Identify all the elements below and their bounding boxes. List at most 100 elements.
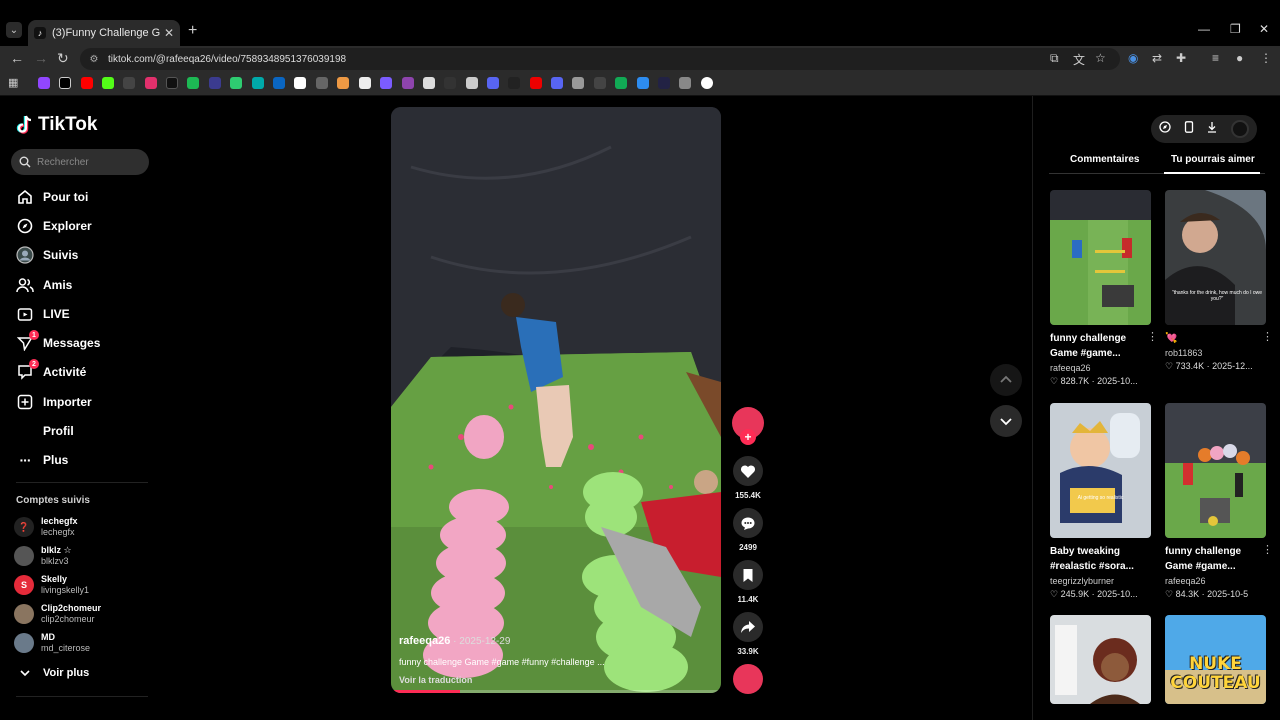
bookmark-icon[interactable]	[402, 77, 414, 89]
mobile-icon[interactable]	[1184, 120, 1194, 138]
tiktok-logo[interactable]: TikTok	[16, 114, 97, 136]
recommended-video-card[interactable]: NUKE COUTEAU	[1165, 615, 1267, 704]
bookmark-icon[interactable]	[230, 77, 242, 89]
nav-for-you[interactable]: Pour toi	[16, 187, 88, 207]
card-author[interactable]: rob11863	[1165, 348, 1267, 358]
like-button[interactable]: 155.4K	[732, 456, 764, 500]
music-disc-button[interactable]	[732, 664, 764, 694]
card-author[interactable]: teegrizzlyburner	[1050, 576, 1152, 586]
video-author[interactable]: rafeeqa26	[399, 635, 450, 647]
compass-icon[interactable]	[1159, 120, 1171, 138]
forward-icon[interactable]: →	[34, 50, 48, 66]
bookmark-icon[interactable]	[123, 77, 135, 89]
bookmark-icon[interactable]	[679, 77, 691, 89]
video-progress-bar[interactable]	[391, 690, 721, 693]
tab-search-icon[interactable]: ⌄	[6, 22, 22, 38]
tab-close-icon[interactable]: ✕	[164, 26, 174, 40]
bookmark-icon[interactable]	[359, 77, 371, 89]
profile-switch-icon[interactable]: ⇄	[1152, 51, 1162, 65]
following-account[interactable]: S Skelly livingskelly1	[14, 574, 89, 596]
bookmark-icon[interactable]	[658, 77, 670, 89]
recommended-video-card[interactable]	[1050, 615, 1152, 704]
card-author[interactable]: rafeeqa26	[1050, 363, 1152, 373]
nav-live[interactable]: LIVE	[16, 304, 70, 324]
recommended-video-card[interactable]: "thanks for the drink, how much do I owe…	[1165, 190, 1273, 372]
bookmark-tiktok-icon[interactable]	[166, 77, 178, 89]
nav-friends[interactable]: Amis	[16, 275, 72, 295]
translate-icon[interactable]: 文	[1073, 51, 1085, 68]
next-video-button[interactable]	[990, 405, 1022, 437]
apps-grid-icon[interactable]: ▦	[8, 76, 20, 89]
bookmark-icon[interactable]	[572, 77, 584, 89]
nav-explore[interactable]: Explorer	[16, 216, 92, 236]
previous-video-button[interactable]	[990, 364, 1022, 396]
following-account[interactable]: Clip2chomeur clip2chomeur	[14, 603, 101, 625]
address-bar[interactable]: ⚙ tiktok.com/@rafeeqa26/video/7589348951…	[80, 48, 1120, 70]
comment-button[interactable]: 2499	[732, 508, 764, 552]
bookmark-icon[interactable]	[530, 77, 542, 89]
tab-you-may-like[interactable]: Tu pourrais aimer	[1171, 154, 1255, 165]
bookmark-info-icon[interactable]	[294, 77, 306, 89]
nav-more[interactable]: ··· Plus	[16, 450, 69, 470]
nav-following[interactable]: Suivis	[16, 245, 78, 265]
recommended-video-card[interactable]: funny challenge Game #game... rafeeqa26 …	[1050, 190, 1158, 387]
extensions-puzzle-icon[interactable]: ✚	[1176, 51, 1186, 65]
bookmark-icon[interactable]	[252, 77, 264, 89]
nav-activity[interactable]: 2 Activité	[16, 359, 86, 382]
bookmark-icon[interactable]	[615, 77, 627, 89]
following-account[interactable]: MD md_citerose	[14, 632, 90, 654]
card-more-icon[interactable]: ⋮	[1147, 330, 1158, 343]
video-player[interactable]: rafeeqa26 · 2025-12-29 funny challenge G…	[391, 107, 721, 693]
minimize-icon[interactable]: —	[1198, 22, 1210, 36]
bookmark-linkedin-icon[interactable]	[273, 77, 285, 89]
card-more-icon[interactable]: ⋮	[1262, 543, 1273, 556]
bookmark-kick-icon[interactable]	[102, 77, 114, 89]
profile-avatar-icon[interactable]: ●	[1236, 51, 1243, 65]
bookmark-icon[interactable]	[487, 77, 499, 89]
bookmark-icon[interactable]	[316, 77, 328, 89]
bookmark-icon[interactable]	[637, 77, 649, 89]
back-icon[interactable]: ←	[10, 50, 24, 66]
close-window-icon[interactable]: ✕	[1259, 22, 1269, 36]
bookmark-icon[interactable]	[423, 77, 435, 89]
card-more-icon[interactable]: ⋮	[1262, 330, 1273, 343]
extension-icon[interactable]: ◉	[1128, 51, 1138, 65]
author-avatar-button[interactable]: +	[732, 407, 764, 445]
bookmark-icon[interactable]	[209, 77, 221, 89]
media-control-icon[interactable]: ≡	[1212, 51, 1219, 65]
bookmark-icon[interactable]	[594, 77, 606, 89]
nav-upload[interactable]: Importer	[16, 392, 92, 412]
bookmark-x-icon[interactable]	[59, 77, 71, 89]
bookmark-icon[interactable]	[551, 77, 563, 89]
video-caption[interactable]: funny challenge Game #game #funny #chall…	[399, 657, 605, 667]
maximize-icon[interactable]: ❐	[1230, 22, 1241, 36]
nav-profile[interactable]: Profil	[16, 421, 74, 441]
follow-plus-icon[interactable]: +	[740, 429, 756, 445]
bookmark-instagram-icon[interactable]	[145, 77, 157, 89]
reload-icon[interactable]: ↻	[57, 50, 69, 67]
translate-link[interactable]: Voir la traduction	[399, 675, 605, 685]
bookmark-twitch-icon[interactable]	[38, 77, 50, 89]
bookmark-icon[interactable]	[380, 77, 392, 89]
install-icon[interactable]: ⧉	[1050, 51, 1059, 66]
bookmark-star-icon[interactable]: ☆	[1095, 51, 1106, 65]
following-account[interactable]: blklz ☆ blklzv3	[14, 545, 72, 567]
see-more-button[interactable]: Voir plus	[16, 663, 89, 683]
bookmark-icon[interactable]	[466, 77, 478, 89]
search-input[interactable]: Rechercher	[11, 149, 149, 175]
site-info-icon[interactable]: ⚙	[88, 53, 100, 65]
share-button[interactable]: 33.9K	[732, 612, 764, 656]
nav-messages[interactable]: 1 Messages	[16, 330, 100, 353]
bookmark-icon[interactable]	[187, 77, 199, 89]
bookmark-icon[interactable]	[508, 77, 520, 89]
following-account[interactable]: ❓ lechegfx lechegfx	[14, 516, 78, 538]
card-author[interactable]: rafeeqa26	[1165, 576, 1267, 586]
download-icon[interactable]	[1206, 120, 1218, 138]
new-tab-icon[interactable]: +	[188, 22, 197, 40]
menu-kebab-icon[interactable]: ⋮	[1260, 51, 1272, 65]
save-button[interactable]: 11.4K	[732, 560, 764, 604]
recommended-video-card[interactable]: Ai getting so realistic Baby tweaking #r…	[1050, 403, 1152, 600]
user-avatar[interactable]	[1230, 120, 1249, 138]
bookmark-icon[interactable]	[701, 77, 713, 89]
recommended-video-card[interactable]: funny challenge Game #game... rafeeqa26 …	[1165, 403, 1273, 600]
